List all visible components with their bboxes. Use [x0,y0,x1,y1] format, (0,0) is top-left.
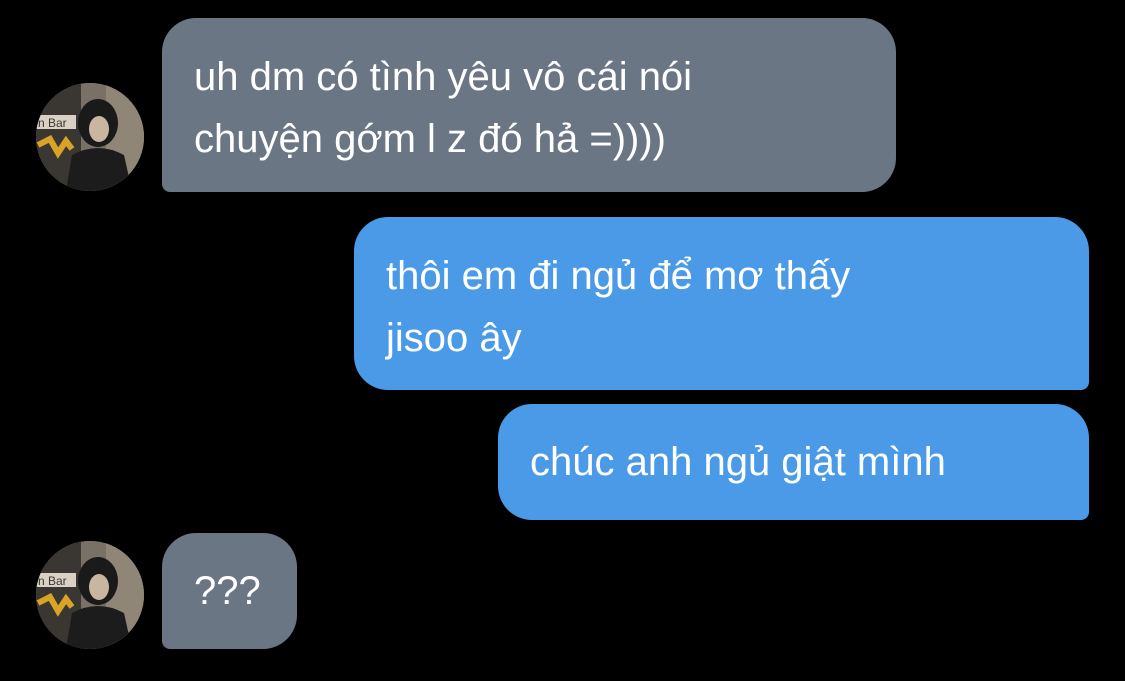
contact-avatar[interactable]: n Bar [36,541,144,649]
incoming-message-bubble[interactable]: uh dm có tình yêu vô cái nói chuyện gớm … [162,18,896,192]
avatar-sign-text: n Bar [38,574,67,588]
avatar-sign-text: n Bar [38,116,67,130]
contact-avatar[interactable]: n Bar [36,83,144,191]
outgoing-message-bubble[interactable]: thôi em đi ngủ để mơ thấy jisoo ây [354,217,1089,390]
avatar-photo: n Bar [36,541,144,649]
incoming-message-bubble[interactable]: ??? [162,533,297,649]
avatar-photo: n Bar [36,83,144,191]
outgoing-message-bubble[interactable]: chúc anh ngủ giật mình [498,404,1089,520]
